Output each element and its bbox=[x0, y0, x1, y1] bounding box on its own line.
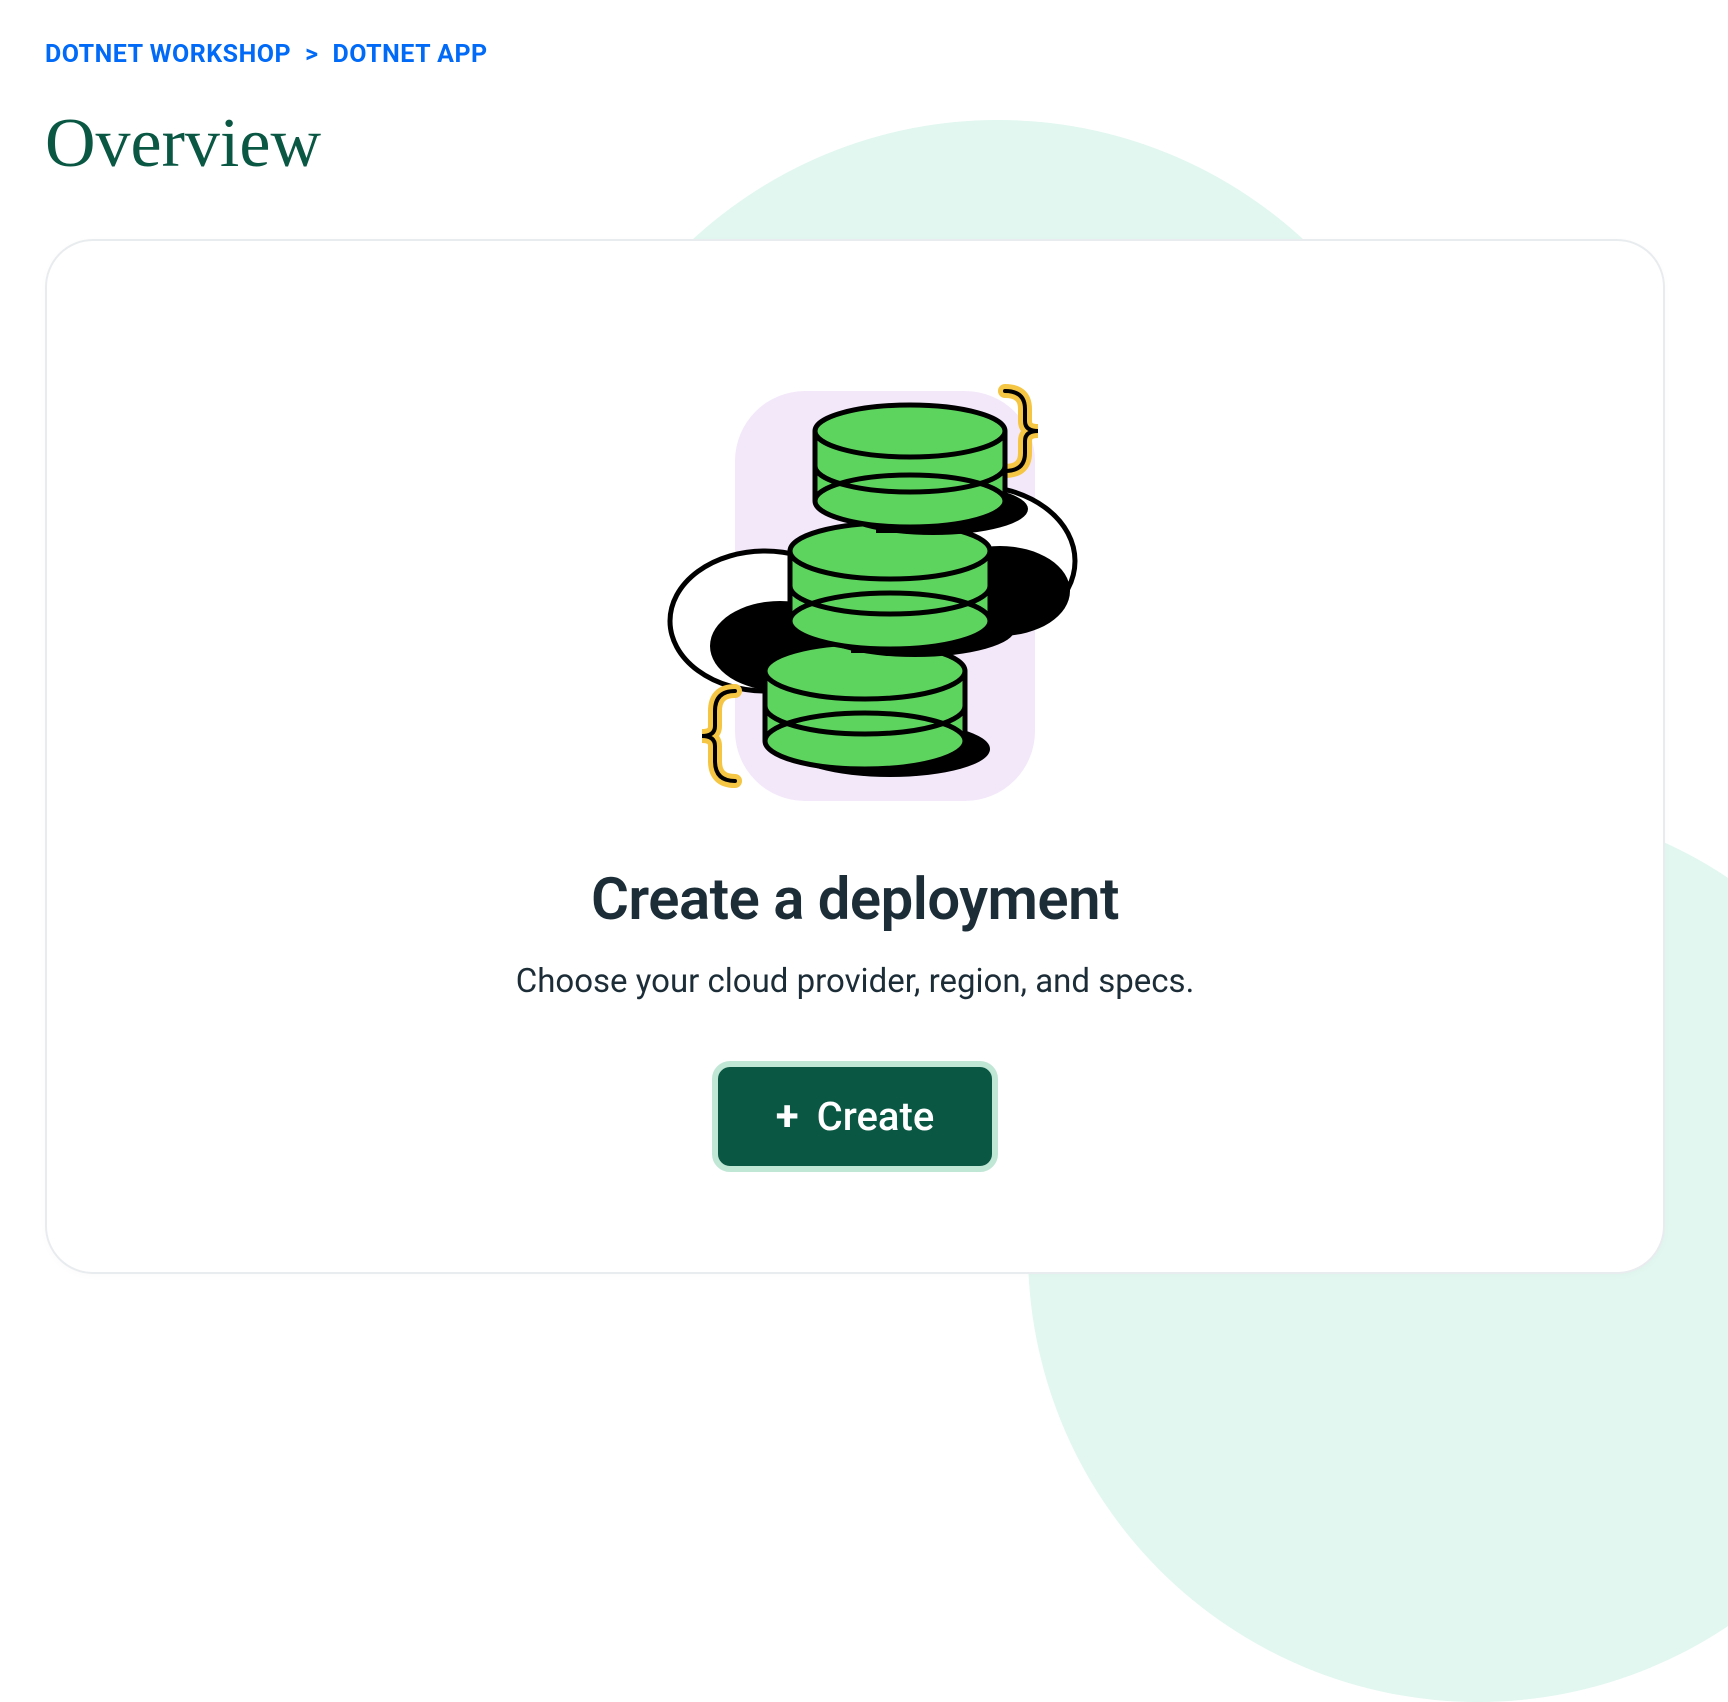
database-cloud-illustration bbox=[615, 341, 1095, 821]
empty-state-title: Create a deployment bbox=[591, 866, 1119, 934]
page-container: DOTNET WORKSHOP > DOTNET APP Overview bbox=[0, 0, 1728, 1314]
breadcrumb: DOTNET WORKSHOP > DOTNET APP bbox=[45, 40, 1683, 69]
create-button[interactable]: + Create bbox=[712, 1061, 999, 1172]
breadcrumb-separator: > bbox=[305, 40, 318, 69]
plus-icon: + bbox=[776, 1096, 799, 1138]
create-button-label: Create bbox=[817, 1093, 935, 1140]
empty-state-subtitle: Choose your cloud provider, region, and … bbox=[516, 962, 1195, 1001]
page-title: Overview bbox=[45, 104, 1683, 184]
breadcrumb-current-link[interactable]: DOTNET APP bbox=[332, 40, 487, 69]
breadcrumb-parent-link[interactable]: DOTNET WORKSHOP bbox=[45, 40, 291, 69]
empty-state-card: Create a deployment Choose your cloud pr… bbox=[45, 239, 1665, 1274]
